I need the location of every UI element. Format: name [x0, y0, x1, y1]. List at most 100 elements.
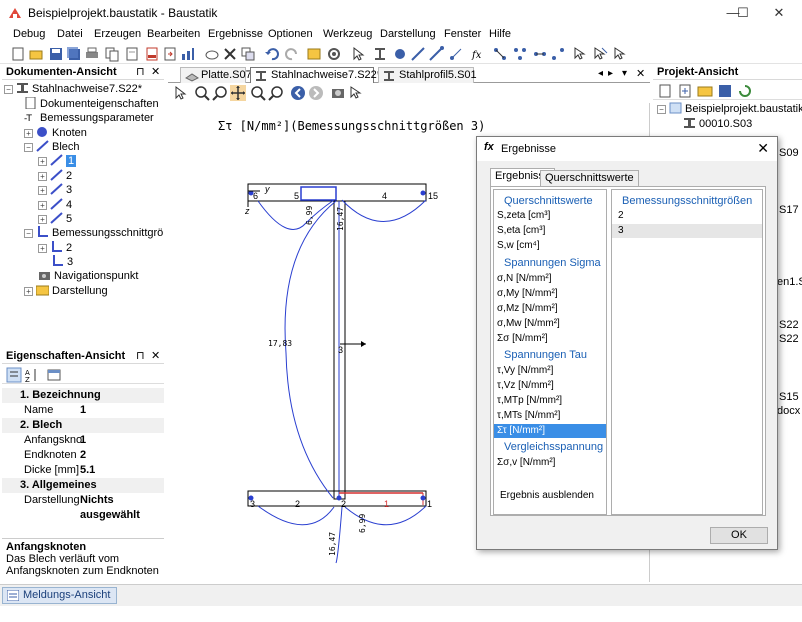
tab-scroll-left-icon[interactable]: ◂ — [598, 68, 603, 79]
prop-row-name[interactable]: Name 1 — [2, 403, 164, 418]
project-item[interactable]: S17 — [779, 203, 799, 217]
line2-icon[interactable] — [428, 46, 444, 62]
result-type-list[interactable]: Querschnittswerte S,zeta [cm³] S,eta [cm… — [493, 189, 607, 515]
pin-icon[interactable]: ⊓ — [136, 64, 145, 80]
menu-debug[interactable]: Debug — [13, 28, 45, 40]
pointer-icon[interactable] — [172, 85, 188, 101]
folder-icon[interactable] — [697, 83, 713, 99]
close-icon[interactable]: ✕ — [151, 64, 160, 80]
expand-icon[interactable]: + — [24, 287, 33, 296]
zoom-in-icon[interactable] — [194, 85, 210, 101]
list-item[interactable]: σ,Mz [N/mm²] — [497, 302, 558, 316]
menu-darstellung[interactable]: Darstellung — [380, 28, 436, 40]
nodes4-icon[interactable] — [550, 46, 566, 62]
prop-row-darstellung[interactable]: Darstellung Nichts ausgewählt — [2, 493, 164, 521]
menu-werkzeug[interactable]: Werkzeug — [323, 28, 372, 40]
select-node-icon[interactable] — [572, 46, 588, 62]
project-item[interactable]: en1.S — [777, 275, 802, 289]
list-item[interactable]: σ,N [N/mm²] — [497, 272, 552, 286]
project-item[interactable]: S15 — [779, 390, 799, 404]
tree-item-darstellung[interactable]: + Darstellung — [24, 284, 108, 298]
tree-item-dokumenteigenschaften[interactable]: Dokumenteigenschaften — [24, 96, 159, 111]
menu-erzeugen[interactable]: Erzeugen — [94, 28, 141, 40]
expand-icon[interactable]: + — [38, 172, 47, 181]
project-root[interactable]: − Beispielprojekt.baustatik — [657, 102, 802, 116]
tree-item-blech-1[interactable]: +1 — [38, 154, 77, 168]
category-bezeichnung[interactable]: 1. Bezeichnung — [2, 388, 164, 403]
close-icon[interactable]: ✕ — [151, 348, 160, 364]
pdf-icon[interactable] — [144, 46, 160, 62]
select-line-icon[interactable] — [592, 46, 608, 62]
tree-item-blech-4[interactable]: +4 — [38, 198, 72, 212]
tree-item-blech[interactable]: − Blech — [24, 140, 80, 154]
list-item[interactable]: 2 — [618, 209, 624, 223]
project-item[interactable]: docx — [777, 404, 800, 418]
cloud-icon[interactable] — [204, 46, 220, 62]
list-item[interactable]: τ,MTp [N/mm²] — [497, 394, 562, 408]
category-blech[interactable]: 2. Blech — [2, 418, 164, 433]
tree-item-bsg-2[interactable]: +2 — [38, 241, 72, 255]
tab-list-icon[interactable]: ▾ — [622, 68, 627, 79]
close-window-button[interactable]: ✕ — [756, 0, 802, 26]
tab-platte[interactable]: Platte.S07 — [180, 67, 252, 83]
new-file-icon[interactable] — [10, 46, 26, 62]
prop-row-anfangsknoten[interactable]: Anfangskno 1 — [2, 433, 164, 448]
menu-datei[interactable]: Datei — [57, 28, 83, 40]
copy-icon[interactable] — [104, 46, 120, 62]
redo-icon[interactable] — [284, 46, 300, 62]
menu-bearbeiten[interactable]: Bearbeiten — [147, 28, 200, 40]
list-item[interactable]: σ,My [N/mm²] — [497, 287, 558, 301]
pan-icon[interactable] — [230, 85, 246, 101]
menu-optionen[interactable]: Optionen — [268, 28, 313, 40]
pointer-icon[interactable] — [350, 46, 366, 62]
menu-hilfe[interactable]: Hilfe — [489, 28, 511, 40]
settings-icon[interactable] — [326, 46, 342, 62]
expand-icon[interactable]: + — [38, 215, 47, 224]
expand-icon[interactable]: + — [38, 201, 47, 210]
forward-icon[interactable] — [308, 85, 324, 101]
sort-az-icon[interactable]: AZ — [24, 367, 40, 383]
profile-icon[interactable] — [372, 46, 388, 62]
undo-icon[interactable] — [264, 46, 280, 62]
delete-icon[interactable] — [222, 46, 238, 62]
duplicate-icon[interactable] — [240, 46, 256, 62]
dialog-close-button[interactable]: ✕ — [757, 140, 769, 157]
messages-tab[interactable]: Meldungs-Ansicht — [2, 587, 118, 604]
list-item-selected[interactable]: Στ [N/mm²] — [494, 424, 606, 438]
export-icon[interactable] — [162, 46, 178, 62]
node-line-icon[interactable] — [448, 46, 464, 62]
project-item[interactable]: 00010.S03 — [683, 117, 752, 131]
project-item[interactable]: S22 — [779, 332, 799, 346]
tree-item-root[interactable]: − Stahlnachweise7.S22* — [4, 82, 142, 96]
list-item[interactable]: S,eta [cm³] — [497, 224, 545, 238]
nodes2-icon[interactable] — [512, 46, 528, 62]
list-item[interactable]: τ,Vy [N/mm²] — [497, 364, 553, 378]
nodes3-icon[interactable] — [532, 46, 548, 62]
expand-icon[interactable]: + — [38, 186, 47, 195]
list-item[interactable]: σ,Mw [N/mm²] — [497, 317, 560, 331]
list-item[interactable]: τ,MTs [N/mm²] — [497, 409, 560, 423]
cursor-tool-icon[interactable] — [348, 85, 364, 101]
prop-row-endknoten[interactable]: Endknoten 2 — [2, 448, 164, 463]
tree-item-navigationspunkt[interactable]: Navigationspunkt — [38, 269, 138, 283]
line-icon[interactable] — [410, 46, 426, 62]
chart-icon[interactable] — [180, 46, 196, 62]
expand-icon[interactable]: + — [24, 129, 33, 138]
new-doc-icon[interactable] — [657, 83, 673, 99]
project-item[interactable]: S09 — [779, 146, 799, 160]
zoom-all-icon[interactable] — [268, 85, 284, 101]
camera-icon[interactable] — [330, 85, 346, 101]
tree-item-bemessungsparameter[interactable]: -T Bemessungsparameter — [24, 111, 154, 125]
list-item-highlighted[interactable]: 3 — [612, 224, 762, 238]
menu-fenster[interactable]: Fenster — [444, 28, 481, 40]
nodes-icon[interactable] — [492, 46, 508, 62]
tree-item-bsg-3[interactable]: 3 — [51, 255, 73, 269]
project-item[interactable]: S22 — [779, 318, 799, 332]
tree-item-blech-3[interactable]: +3 — [38, 183, 72, 197]
function-icon[interactable]: fx — [470, 46, 486, 62]
hide-result-item[interactable]: Ergebnis ausblenden — [500, 489, 594, 503]
zoom-icon[interactable] — [212, 85, 228, 101]
ok-button[interactable]: OK — [710, 527, 768, 544]
select-all-icon[interactable] — [612, 46, 628, 62]
property-pages-icon[interactable] — [46, 367, 62, 383]
